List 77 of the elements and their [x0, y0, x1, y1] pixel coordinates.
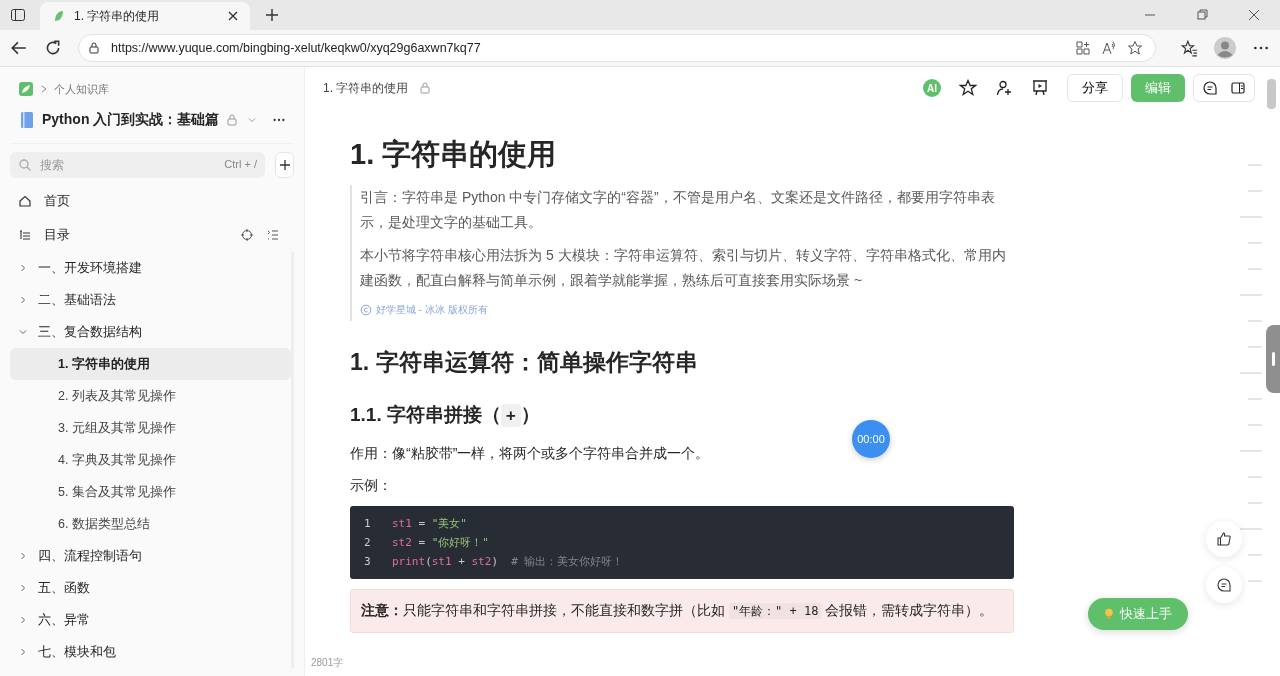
star-icon[interactable] [959, 79, 977, 97]
code-line: st1 = "美女" [392, 516, 467, 531]
favorites-icon[interactable] [1180, 39, 1198, 57]
tab-title: 1. 字符串的使用 [74, 7, 161, 25]
tree-item[interactable]: 5. 集合及其常见操作 [10, 476, 291, 508]
copyright-text: 好学星城 - 冰冰 版权所有 [376, 303, 488, 317]
comment-icon [1216, 577, 1232, 593]
comment-button[interactable] [1206, 567, 1242, 603]
shortcut-hint: Ctrl + / [224, 158, 257, 170]
tree-item[interactable]: 七、模块和包 [10, 636, 291, 668]
quote-paragraph: 引言：字符串是 Python 中专门存储文字的“容器”，不管是用户名、文案还是文件路径，都要用字符串表示，是处理文字的基础工具。 [360, 188, 996, 232]
body-paragraph: 作用：像“粘胶带”一样，将两个或多个字符串合并成一个。 [350, 444, 711, 463]
home-icon [18, 194, 32, 208]
restore-icon[interactable] [1194, 7, 1210, 23]
presentation-icon[interactable] [1031, 79, 1049, 97]
breadcrumb-link[interactable]: 个人知识库 [54, 81, 109, 97]
new-tab-icon[interactable] [264, 7, 280, 23]
tree-item[interactable]: 三、复合数据结构 [10, 316, 291, 348]
line-number: 2 [363, 536, 372, 549]
tree-item[interactable]: 五、函数 [10, 572, 291, 604]
note-text: 注意：只能字符串和字符串拼接，不能直接和数字拼（比如 "年龄：" + 18 会报错，需转成字符串）。 [361, 601, 995, 621]
lock-icon [418, 81, 433, 95]
lock-icon [87, 41, 101, 55]
browser-tab[interactable]: 1. 字符串的使用 [40, 2, 250, 30]
sidebar-panel-icon[interactable] [1230, 80, 1246, 96]
share-button[interactable]: 分享 [1067, 74, 1123, 102]
side-handle[interactable] [1266, 325, 1280, 393]
thumbs-up-icon [1216, 531, 1232, 547]
document-title: 1. 字符串的使用 [350, 137, 558, 172]
search-icon [18, 158, 32, 172]
code-line: print(st1 + st2) # 输出：美女你好呀！ [392, 554, 624, 569]
nav-link[interactable]: 首页 [44, 192, 70, 210]
tab-actions-icon[interactable] [10, 7, 26, 23]
book-icon [18, 111, 36, 129]
tree-item[interactable]: 2. 列表及其常见操作 [10, 380, 291, 412]
like-button[interactable] [1206, 521, 1242, 557]
read-aloud-icon[interactable] [1101, 40, 1117, 56]
lightbulb-icon [1104, 608, 1114, 620]
tree-item[interactable]: 1. 字符串的使用 [10, 348, 291, 380]
profile-avatar-icon[interactable] [1214, 37, 1236, 59]
scrollbar-thumb[interactable] [1267, 79, 1276, 109]
tree-item[interactable]: 六、异常 [10, 604, 291, 636]
copyright-icon [360, 304, 372, 316]
line-number: 1 [363, 517, 372, 530]
locate-icon[interactable] [240, 228, 254, 242]
close-icon[interactable] [1246, 7, 1262, 23]
star-icon[interactable] [1127, 40, 1143, 56]
doc-title: 1. 字符串的使用 [323, 79, 409, 97]
code-line: st2 = "你好呀！" [392, 535, 489, 550]
tree-item[interactable]: 二、基础语法 [10, 284, 291, 316]
quote-paragraph: 本小节将字符串核心用法拆为 5 大模块：字符串运算符、索引与切片、转义字符、字符串格式化、常用内建函数，配直白解释与简单示例，跟着学就能掌握，熟练后可直接套用实际场景 ~ [360, 246, 1007, 290]
apps-icon[interactable] [1075, 40, 1091, 56]
book-title[interactable]: Python 入门到实战：基础篇 [42, 111, 220, 129]
leaf-icon [52, 9, 66, 23]
tree-item[interactable]: 四、流程控制语句 [10, 540, 291, 572]
plus-icon [277, 158, 292, 172]
add-user-icon[interactable] [995, 79, 1013, 97]
lock-icon [225, 113, 240, 127]
subsection-heading: 1.1. 字符串拼接（ + ） [350, 402, 541, 428]
tree-item[interactable]: 6. 数据类型总结 [10, 508, 291, 540]
comment-icon[interactable] [1202, 80, 1218, 96]
add-button[interactable] [275, 152, 294, 178]
address-field[interactable]: https://www.yuque.com/bingbing-xelut/keqkw0/xyq29g6axwn7kq77 [78, 34, 1156, 62]
close-icon[interactable] [226, 9, 240, 23]
body-paragraph: 示例： [350, 476, 393, 495]
list-icon [18, 228, 32, 242]
word-count: 2801字 [311, 656, 344, 670]
tree-item[interactable]: 3. 元组及其常见操作 [10, 412, 291, 444]
nav-link[interactable]: 目录 [44, 226, 70, 244]
tree-item[interactable]: 一、开发环境搭建 [10, 252, 291, 284]
tree-item[interactable]: 4. 字典及其常见操作 [10, 444, 291, 476]
chevron-icon [40, 85, 48, 93]
back-icon[interactable] [10, 39, 28, 57]
reload-icon[interactable] [44, 39, 62, 57]
line-number: 3 [363, 555, 372, 568]
url-text: https://www.yuque.com/bingbing-xelut/keqkw0/xyq29g6axwn7kq77 [111, 41, 481, 55]
section-heading: 1. 字符串运算符：简单操作字符串 [350, 348, 699, 377]
